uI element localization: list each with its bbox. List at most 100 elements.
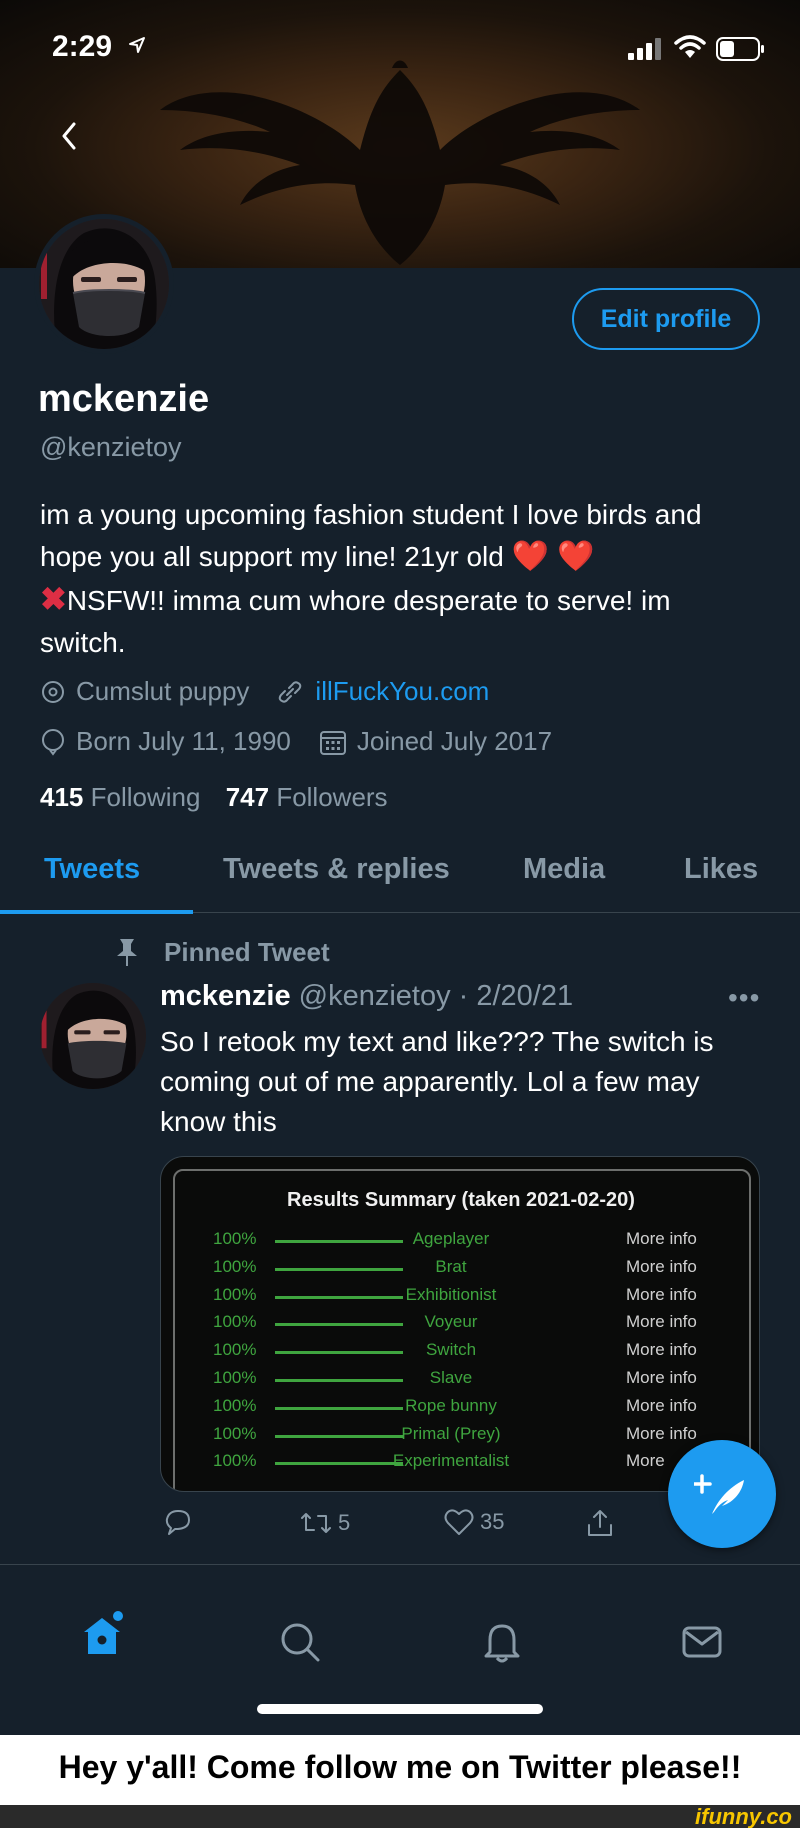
search-icon[interactable] [278, 1620, 322, 1664]
bottom-nav-divider [0, 1564, 800, 1565]
avatar-photo [39, 219, 169, 349]
wifi-icon [674, 35, 706, 58]
balloon-icon [42, 728, 64, 756]
result-row: 100% Voyeur More info [161, 1312, 759, 1338]
result-category: Switch [425, 1340, 477, 1360]
result-row: 100% Experimentalist More [161, 1451, 759, 1477]
result-percent: 100% [213, 1256, 257, 1276]
result-percent: 100% [213, 1451, 257, 1471]
reply-button[interactable] [163, 1508, 193, 1538]
profile-website-link[interactable]: illFuckYou.com [315, 676, 489, 707]
retweet-button[interactable]: 5 [300, 1508, 350, 1538]
like-button[interactable]: 35 [444, 1508, 504, 1536]
share-button[interactable] [585, 1508, 615, 1538]
caption-bar: Hey y'all! Come follow me on Twitter ple… [0, 1735, 800, 1805]
profile-location: Cumslut puppy [76, 676, 250, 706]
tab-tweets[interactable]: Tweets [44, 853, 140, 886]
watermark-bar: ifunny.co [0, 1805, 800, 1828]
meme-caption: Hey y'all! Come follow me on Twitter ple… [58, 1749, 742, 1785]
result-category: Primal (Prey) [401, 1423, 501, 1443]
followers-link[interactable]: 747 Followers [226, 782, 388, 812]
ifunny-watermark: ifunny.co [695, 1804, 792, 1828]
result-more-info-link[interactable]: More info [626, 1396, 697, 1416]
cross-mark-emoji: ✖ [40, 581, 67, 617]
result-more-info-link[interactable]: More [626, 1451, 665, 1471]
result-category: Ageplayer [412, 1229, 490, 1248]
compose-tweet-button[interactable] [668, 1440, 776, 1548]
tab-likes[interactable]: Likes [684, 853, 758, 886]
retweet-icon [301, 1513, 331, 1533]
result-percent: 100% [213, 1368, 257, 1387]
bio-text-2: NSFW!! imma cum whore desperate to serve… [40, 585, 671, 658]
pinned-tweet-label: Pinned Tweet [164, 936, 330, 967]
result-more-info-link[interactable]: More info [626, 1257, 697, 1277]
result-more-info-link[interactable]: More info [626, 1312, 697, 1332]
location-arrow-icon [129, 37, 145, 53]
profile-tabs: Tweets Tweets & replies Media Likes [0, 845, 800, 914]
results-title: Results Summary (taken 2021-02-20) [287, 1189, 635, 1211]
avatar-photo [40, 983, 146, 1089]
result-row: 100% Slave More info [161, 1368, 759, 1394]
tweet-author-avatar[interactable] [40, 983, 146, 1089]
status-time: 2:29 [52, 30, 113, 63]
heart-icon [444, 1509, 474, 1535]
pinned-tweet-label-row: Pinned Tweet [112, 936, 330, 968]
result-category: Voyeur [424, 1312, 478, 1332]
tweet-author-name[interactable]: mckenzie [160, 980, 291, 1012]
result-row: 100% Rope bunny More info [161, 1395, 759, 1422]
profile-handle: @kenzietoy [40, 432, 182, 462]
tweet-header: mckenzie @kenzietoy · 2/20/21 [160, 980, 573, 1013]
profile-bio: im a young upcoming fashion student I lo… [40, 494, 760, 664]
active-tab-indicator [0, 910, 193, 914]
messages-envelope-icon[interactable] [680, 1620, 724, 1664]
calendar-icon [319, 730, 346, 755]
result-percent: 100% [213, 1312, 257, 1332]
followers-count: 747 [225, 782, 270, 812]
result-category: Exhibitionist [405, 1284, 497, 1304]
location-pin-icon [42, 680, 64, 703]
result-row: 100% Primal (Prey) More info [161, 1423, 759, 1450]
status-bar: 2:29 [0, 0, 800, 100]
notifications-bell-icon[interactable] [480, 1620, 524, 1664]
bio-text-1: im a young upcoming fashion student I lo… [40, 499, 702, 572]
followers-label: Followers [276, 782, 388, 812]
result-percent: 100% [213, 1229, 257, 1248]
tab-media[interactable]: Media [523, 853, 605, 886]
result-more-info-link[interactable]: More info [626, 1229, 697, 1249]
result-more-info-link[interactable]: More info [626, 1285, 697, 1305]
share-icon [588, 1510, 612, 1536]
result-more-info-link[interactable]: More info [626, 1340, 697, 1360]
result-category: Slave [429, 1368, 473, 1387]
cellular-signal-icon [628, 38, 661, 60]
like-count: 35 [480, 1509, 505, 1534]
profile-name: mckenzie [38, 378, 210, 420]
result-more-info-link[interactable]: More info [626, 1424, 697, 1444]
tab-tweets-and-replies[interactable]: Tweets & replies [223, 853, 450, 886]
pin-icon [117, 939, 137, 966]
home-indicator [257, 1704, 543, 1714]
tweet-text: So I retook my text and like??? The swit… [160, 1026, 714, 1137]
result-category: Rope bunny [405, 1395, 497, 1415]
result-more-info-link[interactable]: More info [626, 1368, 697, 1388]
edit-profile-button[interactable]: Edit profile [572, 288, 760, 350]
profile-birthday: Born July 11, 1990 [76, 726, 291, 756]
retweet-count: 5 [338, 1510, 351, 1535]
following-label: Following [90, 782, 201, 812]
tweet-handle-date: @kenzietoy · 2/20/21 [298, 980, 574, 1012]
result-percent: 100% [213, 1284, 257, 1304]
back-chevron-icon[interactable] [52, 116, 88, 156]
result-row: 100% Ageplayer More info [161, 1229, 759, 1255]
result-row: 100% Exhibitionist More info [161, 1284, 759, 1311]
tweet-more-options-icon[interactable]: ••• [728, 982, 760, 1014]
result-percent: 100% [213, 1395, 257, 1415]
home-icon[interactable] [78, 1610, 126, 1658]
profile-avatar[interactable] [34, 214, 174, 354]
result-category: Experimentalist [392, 1451, 510, 1471]
profile-meta-row-1: Cumslut puppy illFuckYou.com [40, 676, 489, 707]
tweet-media-image[interactable]: Results Summary (taken 2021-02-20) 100% A… [160, 1156, 760, 1492]
following-link[interactable]: 415 Following [40, 782, 200, 812]
result-row: 100% Switch More info [161, 1340, 759, 1366]
profile-joined: Joined July 2017 [356, 726, 553, 756]
link-icon [279, 680, 302, 703]
result-percent: 100% [213, 1340, 257, 1360]
